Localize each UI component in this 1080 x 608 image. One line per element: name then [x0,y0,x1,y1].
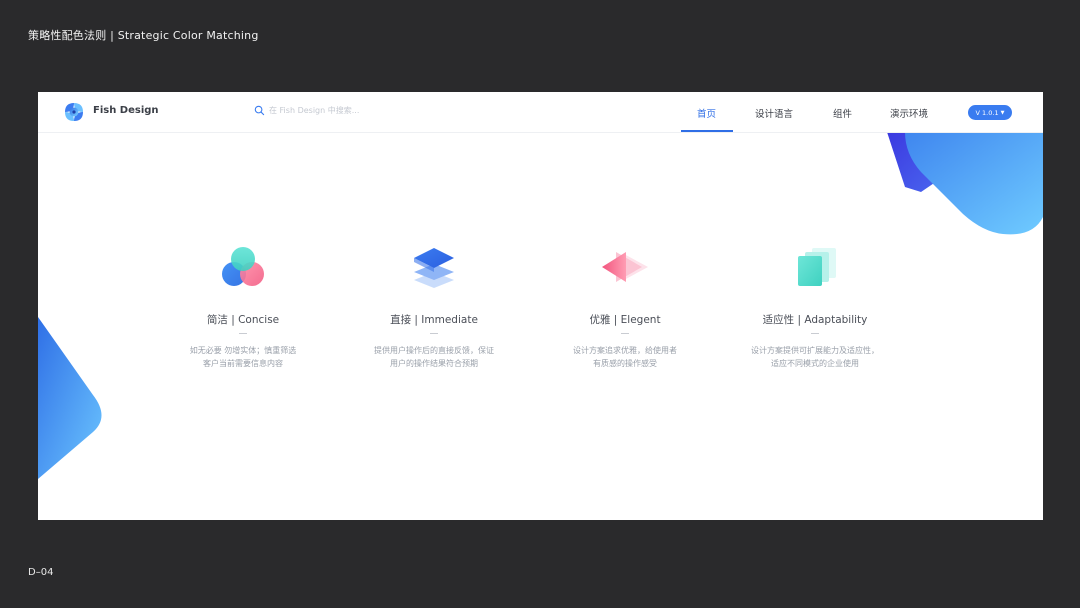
feature-description-line: 客户当前需要信息内容 [203,359,283,368]
feature-adaptability: 适应性 | Adaptability 设计方案提供可扩展能力及适应性， 适应不同… [730,242,900,370]
feature-description: 提供用户操作后的直接反馈，保证 用户的操作结果符合预期 [349,344,519,370]
search-input[interactable] [269,106,409,115]
decorative-top-right-shape [887,132,1043,235]
feature-description-line: 设计方案提供可扩展能力及适应性， [751,346,879,355]
feature-title: 优雅 | Elegent [589,314,661,326]
immediate-layers-icon [414,248,454,288]
nav-design-language[interactable]: 设计语言 [755,106,793,120]
version-label: V 1.0.1 [975,108,999,117]
feature-title: 适应性 | Adaptability [762,314,868,326]
slide-title: 策略性配色法则 | Strategic Color Matching [28,29,259,42]
brand-name[interactable]: Fish Design [93,105,159,116]
divider [430,333,438,334]
slide-page-number: D–04 [28,567,54,578]
feature-concise: 简洁 | Concise 如无必要 勿增实体；慎重筛选 客户当前需要信息内容 [158,242,328,370]
elegant-arrow-icon [602,252,648,282]
feature-elegent: 优雅 | Elegent 设计方案追求优雅，给使用者 有质感的操作感受 [540,242,710,370]
feature-title: 直接 | Immediate [390,314,478,326]
version-dropdown[interactable]: V 1.0.1 ▼ [968,105,1012,120]
app-window: Fish Design 首页 设计语言 组件 演示环境 V 1.0.1 ▼ [38,92,1043,520]
feature-description: 如无必要 勿增实体；慎重筛选 客户当前需要信息内容 [158,344,328,370]
feature-description: 设计方案提供可扩展能力及适应性， 适应不同模式的企业使用 [730,344,900,370]
chevron-down-icon: ▼ [1000,109,1005,116]
divider [811,333,819,334]
feature-immediate: 直接 | Immediate 提供用户操作后的直接反馈，保证 用户的操作结果符合… [349,242,519,370]
feature-description-line: 适应不同模式的企业使用 [771,359,859,368]
top-navigation-bar: Fish Design 首页 设计语言 组件 演示环境 V 1.0.1 ▼ [38,92,1043,133]
adaptability-cards-icon [798,248,836,286]
feature-description-line: 如无必要 勿增实体；慎重筛选 [189,346,297,355]
nav-active-indicator [681,130,733,132]
search-bar[interactable] [254,105,409,116]
feature-description: 设计方案追求优雅，给使用者 有质感的操作感受 [540,344,710,370]
feature-description-line: 用户的操作结果符合预期 [390,359,478,368]
feature-description-line: 有质感的操作感受 [593,359,657,368]
concise-circles-icon [222,247,264,286]
nav-demo-environment[interactable]: 演示环境 [890,106,928,120]
divider [621,333,629,334]
feature-description-line: 设计方案追求优雅，给使用者 [573,346,677,355]
divider [239,333,247,334]
decorative-left-shape [38,317,102,479]
nav-home[interactable]: 首页 [697,106,716,120]
nav-components[interactable]: 组件 [833,106,852,120]
search-icon [254,105,265,116]
feature-title: 简洁 | Concise [206,314,280,326]
fish-design-logo-icon[interactable] [62,100,86,124]
feature-description-line: 提供用户操作后的直接反馈，保证 [374,346,494,355]
